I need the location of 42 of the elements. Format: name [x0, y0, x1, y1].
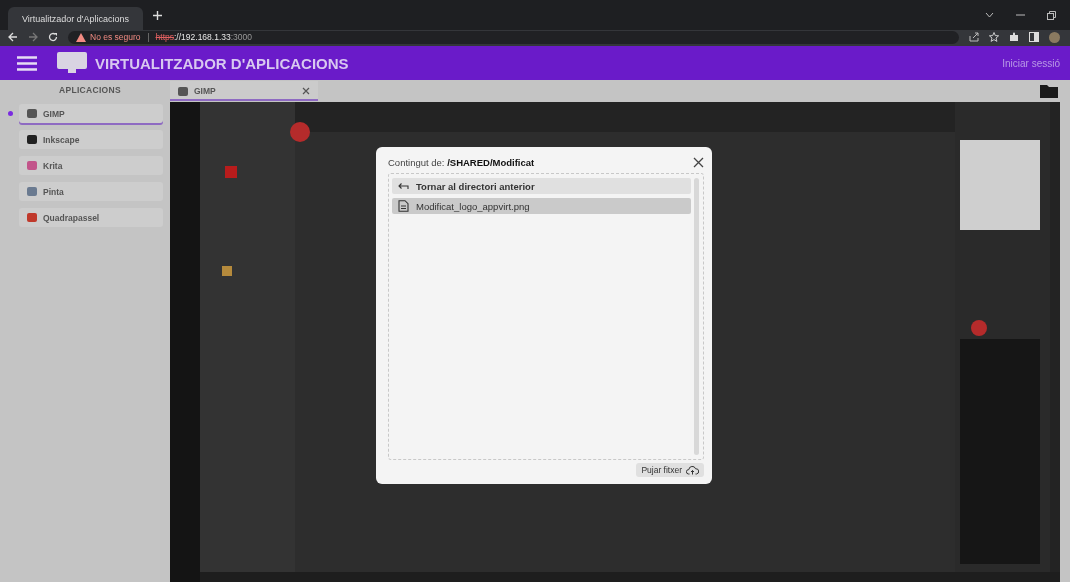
puzzle-icon[interactable]	[1009, 32, 1019, 42]
app-icon	[27, 187, 37, 196]
folder-icon[interactable]	[1040, 84, 1058, 98]
sidebar-heading: APLICACIONS	[58, 85, 122, 95]
app-icon	[27, 135, 37, 144]
menu-icon[interactable]	[17, 55, 37, 71]
sidebar-item[interactable]: Pinta	[19, 182, 163, 201]
app-tab[interactable]: GIMP	[170, 81, 318, 101]
back-icon[interactable]	[8, 32, 18, 42]
browser-tab[interactable]: Virtualitzador d'Aplicacions	[8, 7, 143, 30]
address-field[interactable]: No es seguro https://192.168.1.33:3000	[68, 30, 959, 44]
scrollbar[interactable]	[694, 178, 699, 455]
return-icon	[398, 182, 409, 190]
share-icon[interactable]	[969, 32, 979, 42]
login-link[interactable]: Iniciar sessió	[1002, 57, 1060, 69]
cloud-upload-icon	[686, 465, 699, 475]
dialog-title: Contingut de: /SHARED/Modificat	[388, 156, 535, 168]
chevron-down-icon[interactable]	[985, 12, 994, 18]
app-icon	[178, 86, 188, 96]
star-icon[interactable]	[989, 32, 999, 42]
monitor-icon	[57, 52, 87, 74]
upload-button[interactable]: Pujar fitxer	[636, 463, 704, 477]
app-title: VIRTUALITZADOR D'APLICACIONS	[95, 54, 349, 72]
sidebar-item[interactable]: Quadrapassel	[19, 208, 163, 227]
close-icon[interactable]	[302, 87, 310, 95]
warning-icon	[76, 32, 86, 42]
sidepanel-icon[interactable]	[1029, 32, 1039, 42]
file-list-item[interactable]: Tornar al directori anterior	[392, 178, 691, 194]
reload-icon[interactable]	[48, 32, 58, 42]
avatar-icon[interactable]	[1049, 31, 1060, 43]
sidebar-item[interactable]: GIMP	[19, 104, 163, 123]
sidebar-item[interactable]: Inkscape	[19, 130, 163, 149]
new-tab-icon[interactable]	[153, 10, 162, 20]
file-list-item[interactable]: Modificat_logo_appvirt.png	[392, 198, 691, 214]
sidebar-item[interactable]: Krita	[19, 156, 163, 175]
app-icon	[27, 109, 37, 118]
app-icon	[27, 161, 37, 170]
forward-icon[interactable]	[28, 32, 38, 42]
file-icon	[398, 200, 409, 212]
restore-icon[interactable]	[1047, 10, 1056, 20]
close-icon[interactable]	[693, 156, 704, 168]
app-icon	[27, 213, 37, 222]
